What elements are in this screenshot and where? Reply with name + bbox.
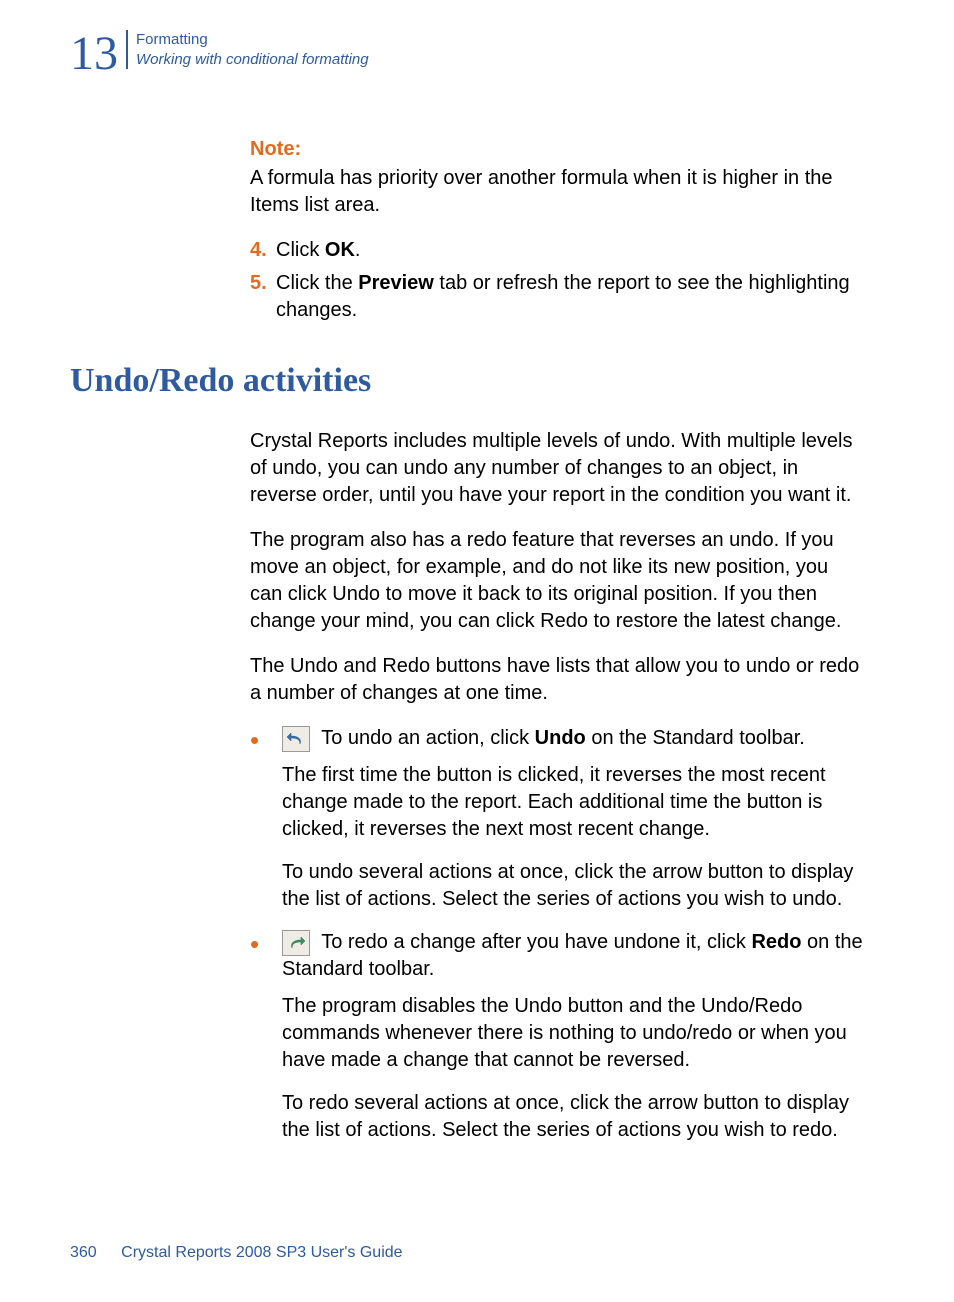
paragraph: The Undo and Redo buttons have lists tha… xyxy=(250,653,864,707)
header-chapter-title: Formatting xyxy=(136,30,369,50)
bullet-subparagraph: The program disables the Undo button and… xyxy=(282,993,864,1074)
bullet-text-post: on the Standard toolbar. xyxy=(586,727,805,749)
bullet-item: • To undo an action, click Undo on the S… xyxy=(250,725,864,752)
bullet-body: To undo an action, click Undo on the Sta… xyxy=(282,725,864,752)
bullet-subparagraph: The first time the button is clicked, it… xyxy=(282,762,864,843)
paragraph: Crystal Reports includes multiple levels… xyxy=(250,428,864,509)
step-text-post: . xyxy=(355,239,361,261)
bullet-marker: • xyxy=(250,727,282,753)
bullet-body: To redo a change after you have undone i… xyxy=(282,929,864,983)
page-number: 360 xyxy=(70,1244,97,1262)
note-block: Note: A formula has priority over anothe… xyxy=(250,138,864,324)
undo-icon xyxy=(282,726,310,752)
bullet-text-pre: To redo a change after you have undone i… xyxy=(321,931,751,953)
bullet-text-bold: Redo xyxy=(751,931,801,953)
section-body: Crystal Reports includes multiple levels… xyxy=(250,428,864,1144)
page-footer: 360 Crystal Reports 2008 SP3 User's Guid… xyxy=(70,1244,894,1262)
section-heading: Undo/Redo activities xyxy=(70,362,894,400)
step-text-bold: Preview xyxy=(358,272,434,294)
bullet-text-bold: Undo xyxy=(535,727,586,749)
bullet-marker: • xyxy=(250,931,282,957)
redo-icon xyxy=(282,930,310,956)
bullet-subparagraph: To undo several actions at once, click t… xyxy=(282,859,864,913)
paragraph: The program also has a redo feature that… xyxy=(250,527,864,635)
header-section-title: Working with conditional formatting xyxy=(136,50,369,70)
note-text: A formula has priority over another form… xyxy=(250,165,864,219)
page: 13 Formatting Working with conditional f… xyxy=(0,0,954,1302)
footer-title: Crystal Reports 2008 SP3 User's Guide xyxy=(121,1244,402,1262)
note-label: Note: xyxy=(250,138,864,161)
chapter-number: 13 xyxy=(70,30,118,78)
step-number: 4. xyxy=(250,237,276,264)
step-4: 4. Click OK. xyxy=(250,237,864,264)
header-text-block: Formatting Working with conditional form… xyxy=(126,30,369,69)
bullet-subparagraph: To redo several actions at once, click t… xyxy=(282,1090,864,1144)
step-text-pre: Click xyxy=(276,239,325,261)
step-body: Click OK. xyxy=(276,237,864,264)
step-body: Click the Preview tab or refresh the rep… xyxy=(276,270,864,324)
step-number: 5. xyxy=(250,270,276,324)
bullet-text-pre: To undo an action, click xyxy=(321,727,534,749)
step-text-bold: OK xyxy=(325,239,355,261)
step-text-pre: Click the xyxy=(276,272,358,294)
step-5: 5. Click the Preview tab or refresh the … xyxy=(250,270,864,324)
bullet-item: • To redo a change after you have undone… xyxy=(250,929,864,983)
page-header: 13 Formatting Working with conditional f… xyxy=(70,30,894,78)
